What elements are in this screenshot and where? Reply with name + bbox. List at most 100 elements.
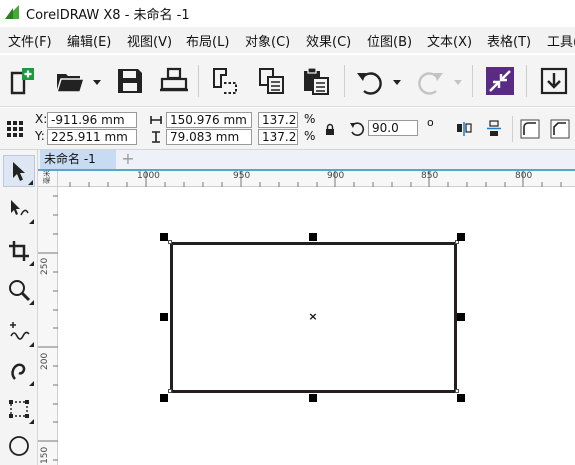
save-button[interactable]: [112, 63, 148, 99]
shape-tool-icon: [11, 200, 29, 216]
mirror-vertical-icon[interactable]: [485, 120, 503, 138]
selection-handle-bottom-left[interactable]: [160, 394, 168, 402]
mirror-horizontal-icon[interactable]: [455, 120, 473, 138]
menu-text[interactable]: 文本(X): [427, 31, 472, 50]
ruler-unit: 毫米: [43, 170, 51, 184]
selection-handle-top-right[interactable]: [457, 233, 465, 241]
save-icon: [118, 69, 142, 93]
new-document-button[interactable]: [4, 63, 40, 99]
new-document-icon: [10, 68, 34, 95]
coreldraw-logo-icon: [4, 4, 20, 20]
redo-button[interactable]: [412, 63, 448, 99]
menu-edit[interactable]: 编辑(E): [67, 31, 111, 50]
rotation-angle-field[interactable]: 90.0: [368, 120, 418, 136]
x-position-field[interactable]: -911.96 mm: [47, 112, 137, 128]
freehand-tool-button[interactable]: [3, 316, 35, 348]
menu-layout[interactable]: 布局(L): [186, 31, 229, 50]
flyout-indicator: [29, 300, 34, 305]
rotation-icon: [350, 122, 365, 136]
crop-tool-icon: [9, 241, 29, 261]
percent-label: %: [304, 129, 316, 143]
ruler-origin[interactable]: 毫米: [38, 170, 58, 187]
ellipse-tool-button[interactable]: [3, 430, 35, 462]
import-icon: [486, 67, 514, 95]
import-button[interactable]: [482, 63, 518, 99]
vertical-ruler[interactable]: 250 200 150: [38, 187, 58, 465]
print-button[interactable]: [156, 63, 192, 99]
title-bar: CorelDRAW X8 - 未命名 -1: [0, 0, 575, 24]
toolbar-separator: [344, 65, 345, 97]
center-marker[interactable]: ×: [308, 311, 318, 322]
document-tabs: 未命名 -1 +: [38, 150, 575, 170]
menu-bitmaps[interactable]: 位图(B): [367, 31, 412, 50]
cut-icon: [213, 68, 237, 94]
corner-node[interactable]: [455, 389, 459, 393]
toolbox: [0, 150, 38, 465]
reference-point-icon[interactable]: [6, 120, 24, 138]
scale-width-field[interactable]: 137.2: [258, 112, 298, 128]
menu-file[interactable]: 文件(F): [8, 31, 52, 50]
undo-dropdown-icon[interactable]: [392, 77, 402, 87]
flyout-indicator: [29, 381, 34, 386]
toolbar-separator: [472, 65, 473, 97]
zoom-tool-button[interactable]: [3, 274, 35, 306]
open-dropdown-icon[interactable]: [92, 77, 102, 87]
menu-effects[interactable]: 效果(C): [306, 31, 351, 50]
zoom-tool-icon: [9, 280, 31, 302]
toolbar-separator: [198, 65, 199, 97]
ruler-label: 200: [40, 352, 50, 370]
pick-tool-button[interactable]: [3, 155, 35, 187]
flyout-indicator: [29, 219, 34, 224]
open-button[interactable]: [52, 63, 88, 99]
selection-handle-left[interactable]: [160, 313, 168, 321]
ruler-label: 850: [421, 171, 439, 181]
drawing-canvas[interactable]: ×: [58, 188, 575, 465]
rectangle-tool-button[interactable]: [3, 393, 35, 425]
selection-handle-top[interactable]: [309, 233, 317, 241]
corner-node[interactable]: [168, 389, 172, 393]
add-tab-button[interactable]: +: [118, 151, 138, 169]
undo-button[interactable]: [352, 63, 388, 99]
selection-handle-top-left[interactable]: [160, 233, 168, 241]
ruler-label: 250: [40, 257, 50, 275]
property-bar: X: -911.96 mm Y: 225.911 mm 150.976 mm 7…: [0, 108, 575, 150]
round-corner-icon[interactable]: [520, 119, 540, 139]
crop-tool-button[interactable]: [3, 235, 35, 267]
redo-dropdown-icon[interactable]: [453, 77, 463, 87]
redo-icon: [418, 72, 443, 95]
document-tab[interactable]: 未命名 -1: [40, 150, 116, 170]
ruler-label: 900: [327, 171, 345, 181]
export-button[interactable]: [536, 63, 572, 99]
ruler-label: 950: [233, 171, 251, 181]
menu-view[interactable]: 视图(V): [127, 31, 172, 50]
flyout-indicator: [29, 342, 34, 347]
paste-button[interactable]: [298, 63, 334, 99]
selection-handle-bottom[interactable]: [309, 394, 317, 402]
open-folder-icon: [55, 74, 86, 93]
copy-button[interactable]: [254, 63, 290, 99]
cut-button[interactable]: [206, 63, 242, 99]
horizontal-ruler[interactable]: 1000 950 900 850 800: [58, 171, 575, 187]
artistic-media-tool-button[interactable]: [3, 355, 35, 387]
lock-ratio-icon[interactable]: [325, 123, 335, 135]
y-position-field[interactable]: 225.911 mm: [47, 129, 137, 145]
shape-tool-button[interactable]: [3, 193, 35, 225]
ruler-label: 150: [40, 446, 50, 464]
width-icon: [150, 116, 162, 124]
height-icon: [152, 131, 160, 143]
scallop-corner-icon[interactable]: [550, 119, 570, 139]
menu-tools[interactable]: 工具(: [547, 31, 575, 50]
x-label: X:: [35, 112, 48, 126]
degree-symbol: o: [427, 116, 434, 129]
ruler-label: 1000: [137, 171, 160, 181]
menu-table[interactable]: 表格(T): [487, 31, 531, 50]
selection-handle-right[interactable]: [457, 313, 465, 321]
selection-handle-bottom-right[interactable]: [457, 394, 465, 402]
height-field[interactable]: 79.083 mm: [166, 129, 252, 145]
menu-object[interactable]: 对象(C): [245, 31, 290, 50]
ellipse-tool-icon: [9, 436, 29, 456]
width-field[interactable]: 150.976 mm: [166, 112, 252, 128]
corner-node[interactable]: [168, 240, 172, 244]
scale-height-field[interactable]: 137.2: [258, 129, 298, 145]
export-icon: [540, 67, 568, 95]
